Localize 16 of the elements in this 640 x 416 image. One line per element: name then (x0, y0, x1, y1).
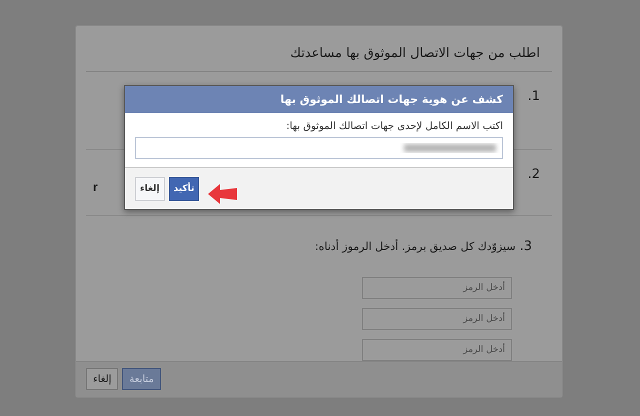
field-label: اكتب الاسم الكامل لإحدى جهات اتصالك الموثوق بها: (285, 121, 503, 132)
step-number: 3. (520, 238, 532, 254)
cancel-button[interactable]: إلغاء (86, 368, 118, 390)
code-field[interactable]: أدخل الرمز (362, 308, 512, 330)
dialog-title: كشف عن هوية جهات اتصالك الموثوق بها (125, 86, 513, 113)
confirm-button[interactable]: تأكيد (168, 176, 200, 200)
step-text: سيزوّدك كل صديق برمز. أدخل الرموز أدناه: (314, 240, 516, 253)
code-field[interactable]: أدخل الرمز (362, 338, 512, 361)
step-text: r (93, 180, 98, 194)
name-field[interactable] (135, 137, 503, 159)
arrow-icon (207, 182, 239, 206)
code-field[interactable]: أدخل الرمز (362, 276, 512, 299)
step-number: 2. (528, 167, 540, 182)
cancel-button[interactable]: إلغاء (135, 176, 165, 200)
page-heading: اطلب من جهات الاتصال الموثوق بها مساعدتك (86, 26, 552, 72)
step-number: 1. (528, 89, 540, 104)
